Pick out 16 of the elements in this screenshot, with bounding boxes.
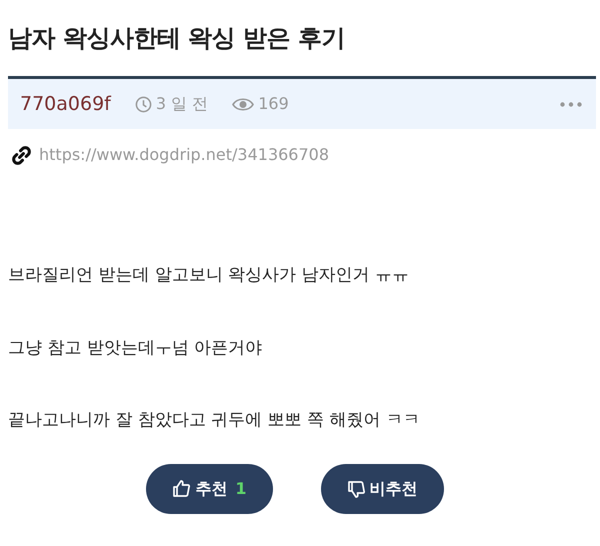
post-paragraph: 그냥 참고 받앗는데ㅜ넘 아픈거야 [8,336,264,360]
thumbs-down-icon [346,478,366,498]
more-icon[interactable] [560,102,582,106]
vote-count: 1 [235,478,247,500]
not-recommend-button[interactable]: 비추천 [320,464,444,514]
author-name[interactable]: 770a069f [20,90,111,118]
post-paragraph: 끝나고나니까 잘 참았다고 귀두에 뽀뽀 쪽 해줬어 ㅋㅋ [8,409,421,432]
recommend-button[interactable]: 추천 1 [146,464,273,514]
clock-icon [134,96,152,112]
view-count: 169 [258,93,289,115]
post-title: 남자 왁싱사한테 왁싱 받은 후기 [7,23,346,54]
eye-icon [232,96,254,112]
thumbs-up-icon [172,478,192,498]
post-time: 3 일 전 [156,93,208,115]
post-paragraph: 브라질리언 받는데 알고보니 왁싱사가 남자인거 ㅠㅠ [8,264,410,287]
link-icon [12,146,31,164]
